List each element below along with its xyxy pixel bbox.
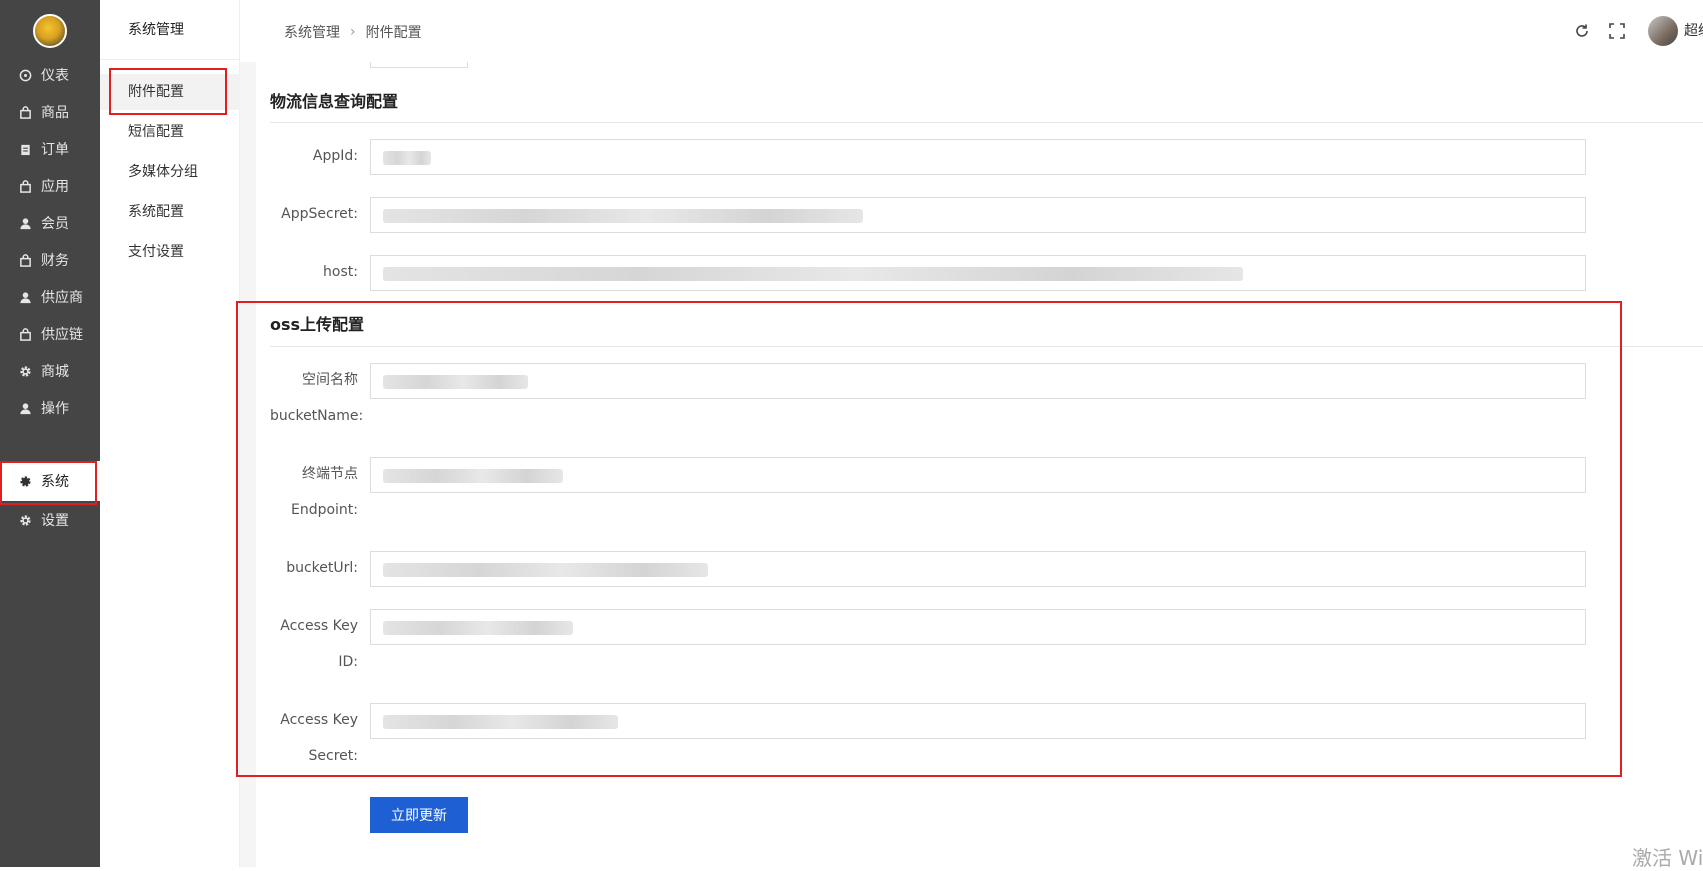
nav-item-suppliers[interactable]: 供应商 — [0, 277, 100, 317]
section-divider — [270, 346, 1703, 347]
field-label-bucketname: 空间名称 bucketName: — [270, 362, 363, 434]
nav-item-apps[interactable]: 应用 — [0, 166, 100, 206]
gear-icon — [18, 513, 32, 527]
nav-item-goods[interactable]: 商品 — [0, 92, 100, 132]
gear-icon — [18, 474, 32, 488]
nav-item-dashboard[interactable]: 仪表 — [0, 55, 100, 95]
masked-value — [383, 151, 431, 165]
nav-item-system[interactable]: 系统 — [0, 461, 100, 501]
nav-item-label: 系统 — [41, 474, 69, 490]
masked-value — [383, 715, 618, 729]
field-label-host: host: — [323, 264, 358, 280]
field-label-appid: AppId: — [312, 148, 358, 164]
bag-icon — [18, 327, 32, 341]
nav-item-label: 操作 — [41, 401, 69, 417]
label-line: bucketName: — [270, 408, 364, 424]
nav-item-supply-chain[interactable]: 供应链 — [0, 314, 100, 354]
masked-value — [383, 469, 563, 483]
label-line: 空间名称 — [302, 372, 358, 388]
sidebar-item-payment-settings[interactable]: 支付设置 — [100, 234, 240, 270]
fullscreen-icon[interactable] — [1608, 22, 1626, 40]
nav-item-mall[interactable]: 商城 — [0, 351, 100, 391]
clipboard-icon — [18, 142, 32, 156]
bag-icon — [18, 105, 32, 119]
label-line: Secret: — [308, 748, 358, 764]
field-label-access-key-id: Access Key ID: — [270, 608, 358, 680]
nav-item-label: 仪表 — [41, 68, 69, 84]
user-icon — [18, 216, 32, 230]
sidebar-item-sms-config[interactable]: 短信配置 — [100, 114, 240, 150]
sidebar-item-attachment-config[interactable]: 附件配置 — [100, 74, 240, 110]
user-icon — [18, 401, 32, 415]
sidebar-title: 系统管理 — [100, 0, 239, 60]
nav-item-label: 会员 — [41, 216, 69, 232]
masked-value — [383, 621, 573, 635]
nav-item-label: 商品 — [41, 105, 69, 121]
label-line: Endpoint: — [290, 502, 358, 518]
appid-input[interactable] — [370, 139, 1586, 175]
field-label-bucketurl: bucketUrl: — [270, 550, 358, 586]
previous-field-stub — [370, 62, 468, 68]
nav-item-members[interactable]: 会员 — [0, 203, 100, 243]
dashboard-icon — [18, 68, 32, 82]
host-input[interactable] — [370, 255, 1586, 291]
nav-item-operations[interactable]: 操作 — [0, 388, 100, 428]
label-line: ID: — [338, 654, 358, 670]
user-avatar[interactable] — [1648, 16, 1678, 46]
bucketurl-input[interactable] — [370, 551, 1586, 587]
label-line: 终端节点 — [302, 466, 358, 482]
masked-value — [383, 267, 1243, 281]
breadcrumb-item: 附件配置 — [365, 25, 422, 41]
masked-value — [383, 375, 528, 389]
update-button[interactable]: 立即更新 — [370, 797, 468, 833]
nav-item-settings[interactable]: 设置 — [0, 500, 100, 540]
nav-item-label: 供应链 — [41, 327, 83, 343]
breadcrumb: 系统管理 › 附件配置 — [284, 22, 422, 42]
bucketname-input[interactable] — [370, 363, 1586, 399]
nav-item-orders[interactable]: 订单 — [0, 129, 100, 169]
access-key-id-input[interactable] — [370, 609, 1586, 645]
bag-icon — [18, 179, 32, 193]
field-label-endpoint: 终端节点 Endpoint: — [270, 456, 358, 528]
secondary-sidebar: 系统管理 附件配置 短信配置 多媒体分组 系统配置 支付设置 — [100, 0, 240, 867]
appsecret-input[interactable] — [370, 197, 1586, 233]
user-name[interactable]: 超级 — [1684, 20, 1703, 40]
label-line: Access Key — [280, 712, 358, 728]
gear-icon — [18, 364, 32, 378]
nav-item-label: 设置 — [41, 513, 69, 529]
masked-value — [383, 563, 708, 577]
nav-item-label: 订单 — [41, 142, 69, 158]
main-nav: 仪表 商品 订单 应用 会员 财务 供应商 供应链 商城 操作 系统 设置 — [0, 0, 100, 867]
user-icon — [18, 290, 32, 304]
field-label-appsecret: AppSecret: — [281, 206, 358, 222]
nav-item-finance[interactable]: 财务 — [0, 240, 100, 280]
nav-item-label: 财务 — [41, 253, 69, 269]
top-bar: 系统管理 › 附件配置 — [240, 0, 1703, 62]
access-key-secret-input[interactable] — [370, 703, 1586, 739]
masked-value — [383, 209, 863, 223]
chevron-right-icon: › — [350, 24, 356, 40]
nav-item-label: 应用 — [41, 179, 69, 195]
section-divider — [270, 122, 1703, 123]
endpoint-input[interactable] — [370, 457, 1586, 493]
bag-icon — [18, 253, 32, 267]
label-line: bucketUrl: — [286, 560, 358, 576]
breadcrumb-item[interactable]: 系统管理 — [284, 22, 340, 42]
field-label-access-key-secret: Access Key Secret: — [270, 702, 358, 774]
nav-item-label: 供应商 — [41, 290, 83, 306]
sidebar-item-media-group[interactable]: 多媒体分组 — [100, 154, 240, 190]
sidebar-item-system-config[interactable]: 系统配置 — [100, 194, 240, 230]
section-title-logistics: 物流信息查询配置 — [270, 92, 399, 111]
section-title-oss: oss上传配置 — [270, 315, 365, 334]
refresh-icon[interactable] — [1573, 22, 1591, 40]
nav-item-label: 商城 — [41, 364, 69, 380]
label-line: Access Key — [280, 618, 358, 634]
logo-avatar[interactable] — [33, 14, 67, 48]
